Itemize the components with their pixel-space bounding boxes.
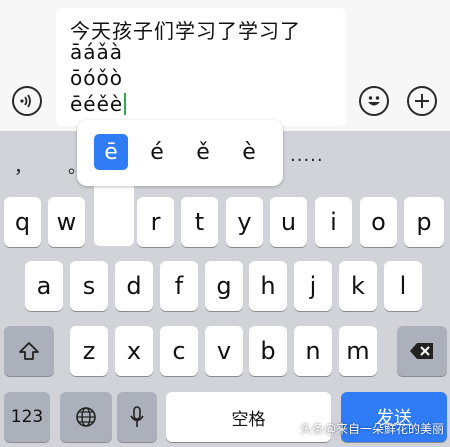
key-r[interactable]: r (137, 197, 174, 247)
smiley-icon (368, 96, 380, 106)
input-line-2: āáǎà (70, 40, 124, 64)
shift-arrow-icon (19, 342, 39, 360)
input-line-4-text: ēéěè (70, 92, 124, 116)
key-i[interactable]: i (315, 197, 352, 247)
key-q[interactable]: q (4, 197, 41, 247)
accent-option-e-grave[interactable]: è (232, 134, 266, 170)
key-k[interactable]: k (339, 261, 377, 311)
key-d[interactable]: d (115, 261, 153, 311)
accent-option-e-acute[interactable]: é (140, 134, 174, 170)
key-w[interactable]: w (48, 197, 85, 247)
microphone-key[interactable] (117, 392, 157, 442)
key-t[interactable]: t (181, 197, 218, 247)
globe-icon (76, 407, 96, 427)
input-line-4: ēéěè (70, 92, 127, 116)
voice-toggle-button[interactable] (12, 86, 42, 116)
key-g[interactable]: g (205, 261, 243, 311)
text-cursor (124, 93, 127, 115)
accent-popup: ē é ě è (77, 120, 283, 186)
key-v[interactable]: v (205, 326, 243, 376)
key-f[interactable]: f (160, 261, 198, 311)
input-bar: 今天孩子们学习了学习了 āáǎà ōóǒò ēéěè (0, 0, 450, 131)
key-o[interactable]: o (360, 197, 397, 247)
accent-popup-stem (94, 180, 134, 246)
key-c[interactable]: c (160, 326, 198, 376)
plus-icon (415, 94, 429, 108)
watermark-text: 头条@来自一朵鲜花的美丽 (300, 422, 445, 436)
key-l[interactable]: l (384, 261, 422, 311)
delete-key[interactable] (397, 326, 447, 376)
voice-wave-icon (20, 94, 31, 108)
microphone-icon (130, 406, 144, 427)
accent-option-e-caron[interactable]: ě (186, 134, 220, 170)
key-p[interactable]: p (404, 197, 444, 247)
backspace-icon (410, 343, 433, 359)
key-m[interactable]: m (339, 326, 377, 376)
key-j[interactable]: j (294, 261, 332, 311)
key-z[interactable]: z (70, 326, 108, 376)
key-b[interactable]: b (249, 326, 287, 376)
shift-key[interactable] (4, 326, 54, 376)
numbers-key[interactable]: 123 (4, 392, 50, 442)
key-n[interactable]: n (294, 326, 332, 376)
globe-key[interactable] (60, 392, 112, 442)
input-line-3: ōóǒò (70, 66, 123, 90)
key-s[interactable]: s (70, 261, 108, 311)
key-x[interactable]: x (115, 326, 153, 376)
key-a[interactable]: a (25, 261, 63, 311)
key-u[interactable]: u (270, 197, 307, 247)
plus-button[interactable] (407, 86, 437, 116)
candidate-more[interactable]: ..... (290, 145, 324, 166)
accent-option-e-macron[interactable]: ē (94, 134, 128, 170)
emoji-button[interactable] (359, 86, 389, 116)
message-input[interactable]: 今天孩子们学习了学习了 āáǎà ōóǒò ēéěè (56, 8, 346, 126)
candidate-comma[interactable]: ， (14, 153, 32, 179)
key-h[interactable]: h (249, 261, 287, 311)
key-y[interactable]: y (226, 197, 263, 247)
